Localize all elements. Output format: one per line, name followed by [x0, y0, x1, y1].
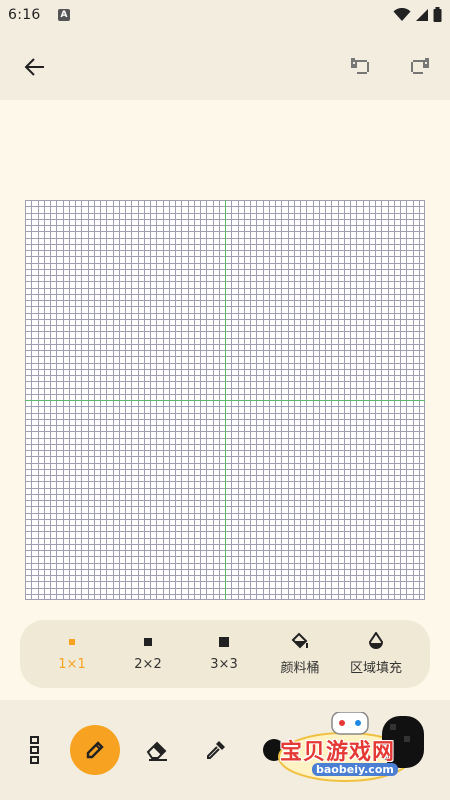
- undo-button[interactable]: [344, 50, 378, 84]
- drop-fill-icon: [367, 631, 385, 653]
- brush-label: 1×1: [58, 657, 86, 672]
- brush-label: 区域填充: [349, 661, 402, 676]
- brush-3x3-button[interactable]: 3×3: [186, 620, 262, 688]
- notification-badge: A: [58, 9, 70, 21]
- eyedropper-icon: [207, 741, 225, 759]
- watermark: 宝贝游戏网 baobeiy.com: [270, 712, 435, 782]
- status-time: 6:16: [8, 7, 41, 23]
- watermark-text: 宝贝游戏网: [280, 740, 396, 765]
- brush-label: 2×2: [134, 657, 162, 672]
- eraser-icon: [146, 741, 167, 761]
- back-button[interactable]: [18, 50, 52, 84]
- brush-1x1-button[interactable]: 1×1: [34, 620, 110, 688]
- brush-options-panel: 1×1 2×2 3×3 颜料桶 区域填充: [20, 620, 430, 688]
- more-vertical-icon: [30, 736, 39, 764]
- canvas-area: [0, 100, 450, 700]
- more-button[interactable]: [22, 732, 48, 768]
- status-icons: [393, 7, 442, 22]
- area-fill-button[interactable]: 区域填充: [338, 620, 414, 688]
- pixel-canvas[interactable]: [25, 200, 425, 600]
- eyedropper-tool-button[interactable]: [198, 732, 234, 768]
- brush-2x2-button[interactable]: 2×2: [110, 620, 186, 688]
- signal-icon: [416, 8, 428, 21]
- wifi-icon: [393, 7, 411, 21]
- redo-button[interactable]: [402, 50, 436, 84]
- watermark-url: baobeiy.com: [312, 763, 398, 776]
- pixel-2x2-icon: [144, 631, 152, 653]
- paint-bucket-icon: [290, 631, 310, 653]
- redo-icon: [411, 58, 429, 74]
- status-bar: 6:16 A: [0, 0, 450, 32]
- pixel-1x1-icon: [69, 631, 75, 653]
- brush-label: 颜料桶: [280, 661, 320, 676]
- brush-label: 3×3: [210, 657, 238, 672]
- pencil-icon: [86, 741, 104, 759]
- arrow-left-icon: [24, 58, 44, 76]
- pencil-tool-button[interactable]: [70, 725, 120, 775]
- undo-icon: [351, 58, 369, 74]
- paint-bucket-button[interactable]: 颜料桶: [262, 620, 338, 688]
- top-toolbar: [0, 32, 450, 100]
- pixel-3x3-icon: [219, 631, 229, 653]
- battery-icon: [433, 7, 442, 22]
- eraser-tool-button[interactable]: [140, 732, 176, 768]
